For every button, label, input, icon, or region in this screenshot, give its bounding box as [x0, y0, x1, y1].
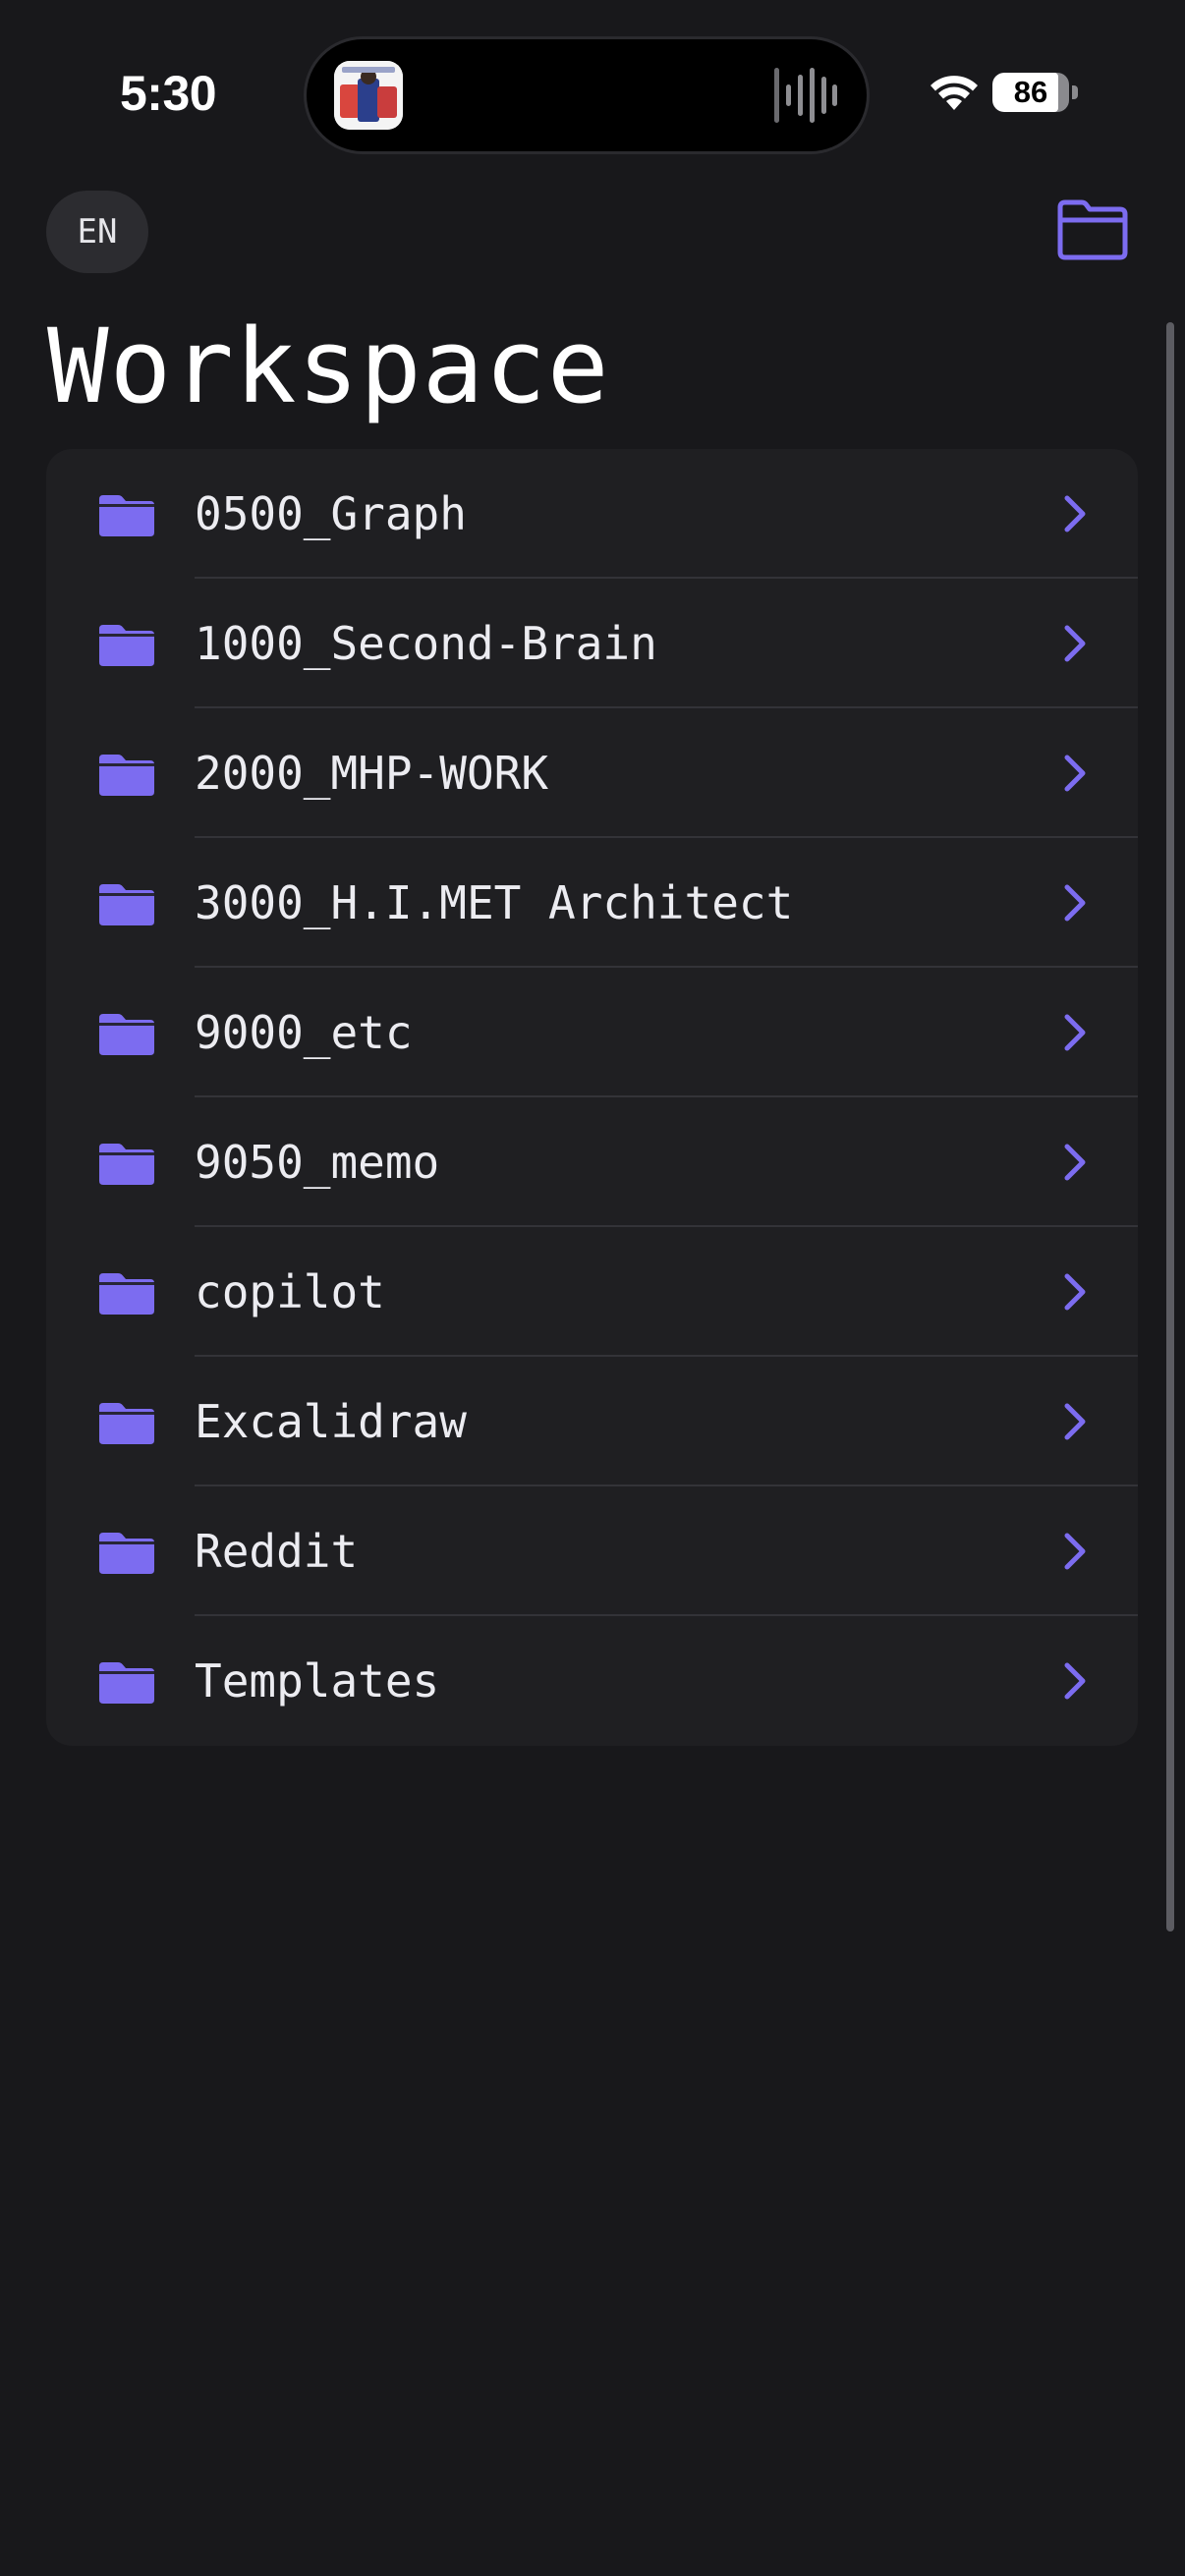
folder-row[interactable]: Reddit: [46, 1486, 1138, 1616]
folder-fill-icon: [99, 1012, 154, 1055]
folder-name: 2000_MHP-WORK: [195, 747, 549, 800]
folder-fill-icon: [99, 1271, 154, 1315]
folder-row[interactable]: 9000_etc: [46, 968, 1138, 1097]
status-time: 5:30: [120, 66, 217, 121]
folder-fill-icon: [99, 623, 154, 666]
status-indicators: 86: [890, 0, 1185, 187]
chevron-right-icon: [1062, 1272, 1088, 1312]
language-button[interactable]: EN: [46, 191, 148, 273]
chevron-right-icon: [1062, 1661, 1088, 1701]
folder-outline-icon[interactable]: [1055, 198, 1130, 261]
folder-row[interactable]: copilot: [46, 1227, 1138, 1357]
chevron-right-icon: [1062, 883, 1088, 923]
battery-percent: 86: [1013, 75, 1048, 109]
folder-fill-icon: [99, 1401, 154, 1444]
folder-name: Excalidraw: [195, 1395, 467, 1448]
folder-fill-icon: [99, 882, 154, 925]
status-bar: 5:30 86: [0, 0, 1185, 187]
folder-name: Templates: [195, 1654, 440, 1708]
folder-name: copilot: [195, 1265, 385, 1318]
chevron-right-icon: [1062, 754, 1088, 793]
chevron-right-icon: [1062, 1532, 1088, 1571]
folder-name: 9000_etc: [195, 1006, 413, 1059]
folder-row[interactable]: 3000_H.I.MET Architect: [46, 838, 1138, 968]
folder-fill-icon: [99, 1660, 154, 1704]
folder-name: 1000_Second-Brain: [195, 617, 657, 670]
folder-row[interactable]: 0500_Graph: [46, 449, 1138, 579]
folder-name: 0500_Graph: [195, 487, 467, 540]
chevron-right-icon: [1062, 624, 1088, 663]
folder-row[interactable]: 1000_Second-Brain: [46, 579, 1138, 708]
folder-row[interactable]: 2000_MHP-WORK: [46, 708, 1138, 838]
chevron-right-icon: [1062, 1143, 1088, 1182]
folder-fill-icon: [99, 753, 154, 796]
chevron-right-icon: [1062, 1013, 1088, 1052]
dynamic-island[interactable]: [307, 39, 867, 151]
folder-row[interactable]: 9050_memo: [46, 1097, 1138, 1227]
chevron-right-icon: [1062, 494, 1088, 533]
folder-name: 3000_H.I.MET Architect: [195, 876, 794, 929]
page-title: Workspace: [47, 307, 610, 426]
battery-icon: 86: [992, 73, 1079, 112]
folder-row[interactable]: Templates: [46, 1616, 1138, 1746]
chevron-right-icon: [1062, 1402, 1088, 1441]
scrollbar[interactable]: [1166, 322, 1174, 1932]
folder-fill-icon: [99, 493, 154, 536]
folder-row[interactable]: Excalidraw: [46, 1357, 1138, 1486]
folder-fill-icon: [99, 1531, 154, 1574]
app-thumbnail-icon[interactable]: [334, 61, 403, 130]
folder-fill-icon: [99, 1142, 154, 1185]
wifi-icon: [930, 73, 979, 112]
audio-waveform-icon: [772, 63, 837, 128]
folder-name: 9050_memo: [195, 1136, 440, 1189]
folder-name: Reddit: [195, 1525, 359, 1578]
folder-list: 0500_Graph 1000_Second-Brain 2000_MHP-WO…: [46, 449, 1138, 1746]
